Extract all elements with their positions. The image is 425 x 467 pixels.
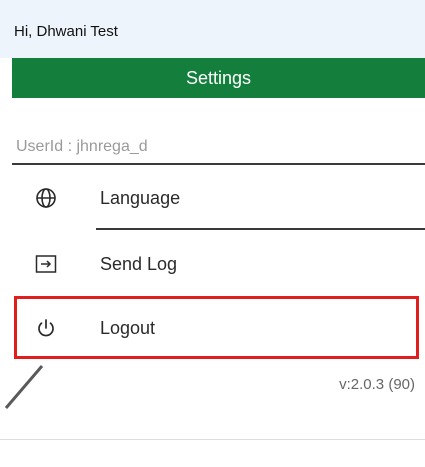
send-log-icon: [34, 252, 58, 276]
userid-text: UserId : jhnrega_d: [16, 138, 148, 155]
menu-item-label: Logout: [100, 317, 156, 338]
settings-header: Settings: [12, 58, 425, 98]
callout-pointer-line: [4, 365, 44, 409]
power-icon: [34, 316, 58, 340]
menu-item-language[interactable]: Language: [12, 170, 412, 226]
language-divider: [96, 228, 425, 230]
greeting-text: Hi, Dhwani Test: [14, 23, 118, 40]
menu-item-send-log[interactable]: Send Log: [12, 236, 412, 292]
menu-item-logout[interactable]: Logout: [12, 300, 412, 356]
menu-item-label: Language: [100, 187, 181, 208]
bottom-divider: [0, 439, 425, 440]
menu-item-label: Send Log: [100, 253, 178, 274]
greeting-bar: Hi, Dhwani Test: [0, 0, 425, 58]
page-title: Settings: [185, 67, 252, 88]
userid-divider: [12, 163, 425, 165]
version-text: v:2.0.3 (90): [339, 376, 415, 393]
globe-icon: [34, 186, 58, 210]
settings-screen: Hi, Dhwani Test Settings UserId : jhnreg…: [0, 0, 425, 467]
